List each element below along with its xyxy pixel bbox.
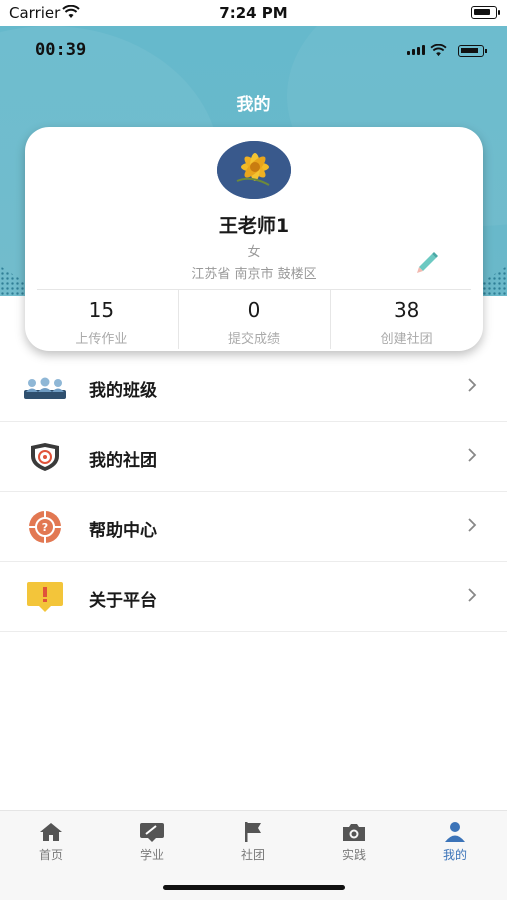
stat-label: 创建社团: [380, 332, 433, 347]
app-clock: 00:39: [35, 40, 87, 60]
home-icon: [16, 821, 86, 843]
tab-label: 我的: [442, 848, 467, 862]
stat-created-clubs[interactable]: 38 创建社团: [330, 290, 483, 351]
menu-item-my-club[interactable]: 我的社团: [0, 422, 507, 492]
system-status-bar: Carrier 7:24 PM: [0, 0, 507, 26]
home-indicator[interactable]: [163, 885, 345, 890]
tab-label: 社团: [240, 848, 265, 862]
tab-club[interactable]: 社团: [218, 821, 288, 863]
help-icon: ?: [23, 510, 67, 544]
tab-home[interactable]: 首页: [16, 821, 86, 863]
signal-icon: [407, 45, 425, 55]
tab-label: 首页: [38, 848, 63, 862]
chevron-right-icon: [467, 517, 477, 533]
menu-item-about-platform[interactable]: 关于平台: [0, 562, 507, 632]
edit-pencil-icon[interactable]: [413, 247, 441, 275]
menu-list: 我的班级 我的社团 ? 帮助中心 关于平台: [0, 352, 507, 632]
avatar[interactable]: [217, 141, 291, 199]
menu-item-label: 我的社团: [89, 451, 157, 471]
chevron-right-icon: [467, 447, 477, 463]
menu-item-help-center[interactable]: ? 帮助中心: [0, 492, 507, 562]
stat-label: 上传作业: [75, 332, 128, 347]
stat-uploaded-homework[interactable]: 15 上传作业: [25, 290, 178, 351]
menu-item-label: 我的班级: [89, 381, 157, 401]
about-info-icon: [23, 580, 67, 614]
menu-item-label: 关于平台: [89, 591, 157, 611]
stat-label: 提交成绩: [228, 332, 281, 347]
tab-practice[interactable]: 实践: [319, 821, 389, 863]
battery-icon: [471, 6, 500, 19]
stat-submitted-grades[interactable]: 0 提交成绩: [177, 290, 331, 351]
class-group-icon: [23, 370, 67, 404]
club-shield-icon: [23, 440, 67, 474]
camera-icon: [319, 821, 389, 843]
profile-card: 王老师1 女 江苏省 南京市 鼓楼区 15 上传作业 0 提交成绩 38 创建社…: [25, 127, 483, 351]
battery-icon: [458, 45, 487, 57]
wifi-icon: [430, 42, 447, 61]
tab-study[interactable]: 学业: [117, 821, 187, 863]
menu-item-label: 帮助中心: [89, 521, 157, 541]
svg-text:?: ?: [42, 521, 48, 534]
system-clock: 7:24 PM: [219, 4, 288, 22]
stat-value: 38: [393, 298, 420, 322]
stat-value: 0: [247, 298, 261, 322]
page-title: 我的: [236, 95, 271, 115]
person-icon: [420, 821, 490, 843]
flag-icon: [218, 821, 288, 843]
chevron-right-icon: [467, 377, 477, 393]
menu-item-my-class[interactable]: 我的班级: [0, 352, 507, 422]
tab-label: 实践: [341, 848, 366, 862]
tab-label: 学业: [139, 848, 164, 862]
tab-mine[interactable]: 我的: [420, 821, 490, 863]
study-icon: [117, 821, 187, 843]
stats-row: 15 上传作业 0 提交成绩 38 创建社团: [25, 290, 483, 351]
user-name: 王老师1: [218, 215, 290, 237]
chevron-right-icon: [467, 587, 477, 603]
stat-value: 15: [88, 298, 115, 322]
